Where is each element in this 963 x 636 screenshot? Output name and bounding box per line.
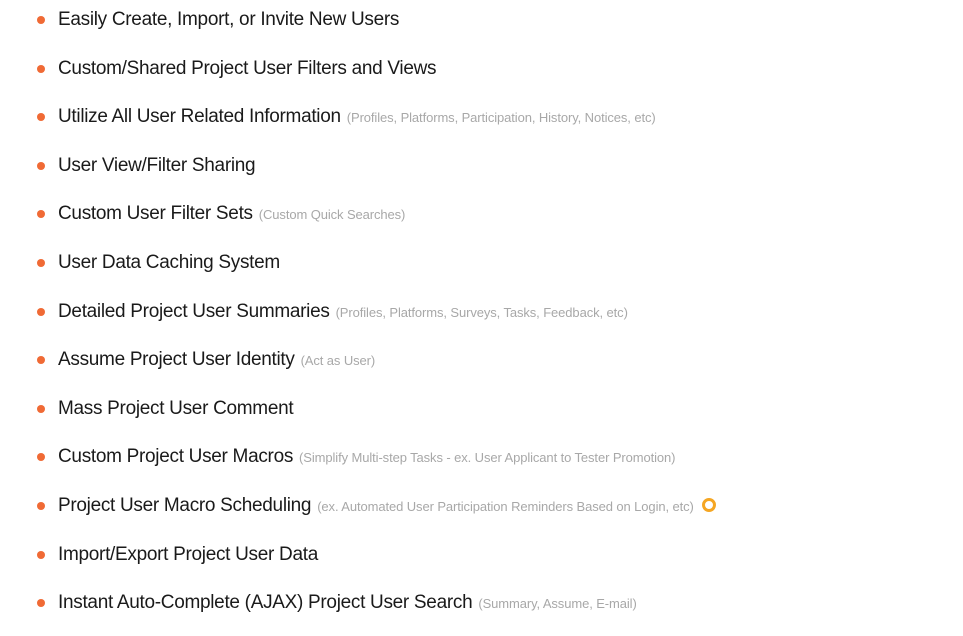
feature-title: Custom User Filter Sets (58, 203, 253, 225)
feature-title: Custom Project User Macros (58, 446, 294, 468)
feature-title: Project User Macro Scheduling (58, 495, 312, 516)
feature-title: Custom/Shared Project User Filters and V… (58, 57, 437, 79)
feature-note: (Act as User) (300, 353, 376, 369)
feature-text: Detailed Project User Summaries (Profiles… (58, 301, 628, 323)
ring-icon (701, 498, 716, 512)
feature-title: User Data Caching System (58, 252, 280, 273)
feature-note: (Profiles, Platforms, Participation, His… (346, 110, 656, 126)
feature-note: (ex. Automated User Participation Remind… (317, 499, 694, 514)
feature-title: Instant Auto-Complete (AJAX) Project Use… (58, 592, 473, 614)
feature-text: User View/Filter Sharing (58, 154, 256, 177)
feature-note: (Simplify Multi-step Tasks - ex. User Ap… (299, 450, 676, 466)
feature-title: Detailed Project User Summaries (58, 300, 330, 322)
feature-text: Instant Auto-Complete (AJAX) Project Use… (58, 592, 637, 614)
feature-text: Mass Project User Comment (58, 397, 294, 420)
feature-title: Assume Project User Identity (58, 349, 295, 371)
feature-text: Custom Project User Macros (Simplify Mult… (58, 446, 676, 468)
bullet-icon (37, 16, 45, 24)
feature-text: Utilize All User Related Information (Pro… (58, 106, 656, 128)
feature-text: Custom User Filter Sets (Custom Quick Sea… (58, 203, 405, 225)
bullet-icon (37, 550, 45, 559)
feature-note: (Profiles, Platforms, Surveys, Tasks, Fe… (335, 304, 628, 320)
feature-text: Easily Create, Import, or Invite New Use… (58, 9, 399, 31)
feature-title: Mass Project User Comment (58, 397, 294, 419)
bullet-icon (37, 404, 45, 413)
bullet-icon (37, 161, 45, 170)
bullet-icon (37, 502, 45, 510)
feature-note: (Custom Quick Searches) (258, 207, 406, 223)
bullet-icon (37, 64, 45, 73)
feature-title: User View/Filter Sharing (58, 154, 256, 176)
bullet-icon (37, 307, 45, 316)
bullet-icon (37, 113, 45, 122)
feature-note: (Summary, Assume, E-mail) (478, 596, 637, 612)
feature-text: Project User Macro Scheduling (ex. Automa… (58, 495, 716, 517)
bullet-icon (37, 599, 45, 608)
feature-title: Easily Create, Import, or Invite New Use… (58, 9, 400, 30)
bullet-icon (37, 356, 45, 365)
bullet-icon (37, 259, 45, 267)
feature-title: Import/Export Project User Data (58, 543, 318, 565)
feature-text: Custom/Shared Project User Filters and V… (58, 57, 437, 80)
feature-text: Assume Project User Identity (Act as User… (58, 349, 375, 371)
feature-text: User Data Caching System (58, 252, 280, 274)
bullet-icon (37, 453, 45, 462)
feature-text: Import/Export Project User Data (58, 544, 318, 566)
bullet-icon (37, 210, 45, 219)
feature-title: Utilize All User Related Information (58, 106, 341, 128)
